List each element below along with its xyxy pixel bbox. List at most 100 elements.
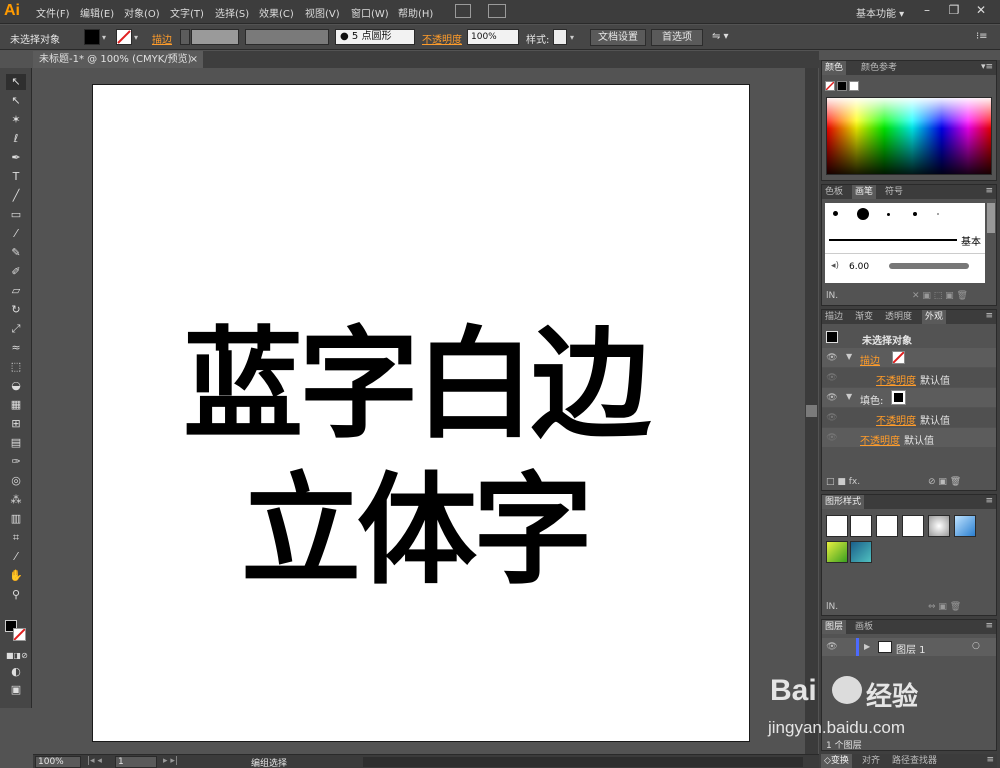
column-graph-tool-icon[interactable]: ▥ xyxy=(6,511,26,527)
target-circle-icon[interactable]: ○ xyxy=(972,641,980,651)
brush-list-scrollbar[interactable] xyxy=(987,203,995,233)
stroke-attribute-label[interactable]: 描边 xyxy=(860,352,880,367)
panel-menu-icon[interactable]: ≡ xyxy=(985,186,993,196)
shape-builder-tool-icon[interactable]: ◒ xyxy=(6,378,26,394)
black-swatch-icon[interactable] xyxy=(837,81,847,91)
screen-mode-icon[interactable]: ▣ xyxy=(6,682,26,698)
magic-wand-tool-icon[interactable]: ✶ xyxy=(6,112,26,128)
artboard-number-field[interactable]: 1 xyxy=(115,756,157,768)
tab-swatches[interactable]: 色板 xyxy=(822,185,846,199)
panel-menu-icon[interactable]: ≡ xyxy=(986,755,994,765)
rotate-tool-icon[interactable]: ↻ xyxy=(6,302,26,318)
brush-libraries-icon[interactable]: lN. xyxy=(826,291,838,301)
arrange-documents-icon[interactable] xyxy=(488,4,506,18)
opacity-field[interactable]: 100% xyxy=(467,29,519,45)
color-modes-icon[interactable]: ■◨⊘ xyxy=(6,648,28,664)
artboard[interactable]: 蓝字白边 立体字 xyxy=(92,84,750,742)
brush-dot-tiny[interactable] xyxy=(887,213,890,216)
style-blue-gloss[interactable] xyxy=(954,515,976,537)
stroke-none-swatch[interactable] xyxy=(892,351,905,364)
panel-menu-icon[interactable]: ≡ xyxy=(985,311,993,321)
document-tab[interactable]: 未标题-1* @ 100% (CMYK/预览) × xyxy=(33,51,203,68)
style-no-stroke[interactable] xyxy=(850,515,872,537)
artboard-tool-icon[interactable]: ⌗ xyxy=(6,530,26,546)
preferences-button[interactable]: 首选项 xyxy=(651,29,703,46)
tab-symbols[interactable]: 符号 xyxy=(882,185,906,199)
none-swatch-icon[interactable] xyxy=(825,81,835,91)
text-line-2[interactable]: 立体字 xyxy=(241,433,593,607)
menu-object[interactable]: 对象(O) xyxy=(124,5,160,20)
chevron-down-icon[interactable]: ▾ xyxy=(102,33,106,42)
stroke-opacity-label[interactable]: 不透明度 xyxy=(876,372,916,387)
layer-row[interactable]: 👁 ▶ 图层 1 ○ xyxy=(822,638,996,656)
layer-name[interactable]: 图层 1 xyxy=(896,641,926,656)
minimize-icon[interactable]: – xyxy=(912,1,942,19)
eye-icon[interactable]: 👁 xyxy=(826,641,838,653)
hand-tool-icon[interactable]: ✋ xyxy=(6,568,26,584)
white-swatch-icon[interactable] xyxy=(849,81,859,91)
arrange-icon[interactable]: ⇋ ▾ xyxy=(712,31,729,42)
appearance-row-fill-opacity[interactable]: 👁 不透明度 默认值 xyxy=(822,408,996,427)
style-white[interactable] xyxy=(876,515,898,537)
eraser-tool-icon[interactable]: ▱ xyxy=(6,283,26,299)
selection-tool-icon[interactable]: ↖ xyxy=(6,74,26,90)
chevron-down-icon[interactable]: ▾ xyxy=(134,33,138,42)
brush-dot-large[interactable] xyxy=(857,208,869,220)
panel-menu-icon[interactable]: ≡ xyxy=(985,496,993,506)
tab-brushes[interactable]: 画笔 xyxy=(852,185,877,199)
object-opacity-label[interactable]: 不透明度 xyxy=(860,432,900,447)
paintbrush-tool-icon[interactable]: ⁄ xyxy=(6,226,26,242)
canvas-area[interactable]: 蓝字白边 立体字 xyxy=(33,68,805,754)
tab-transparency[interactable]: 透明度 xyxy=(882,310,915,324)
fill-black-swatch[interactable] xyxy=(891,390,906,405)
appearance-row-fill[interactable]: 👁 ▼ 填色: xyxy=(822,388,996,407)
symbol-sprayer-tool-icon[interactable]: ⁂ xyxy=(6,492,26,508)
menu-edit[interactable]: 编辑(E) xyxy=(80,5,114,20)
expand-triangle-icon[interactable]: ▼ xyxy=(846,392,852,401)
tab-stroke[interactable]: 描边 xyxy=(822,310,846,324)
expand-triangle-icon[interactable]: ▼ xyxy=(846,352,852,361)
rectangle-tool-icon[interactable]: ▭ xyxy=(6,207,26,223)
pencil-tool-icon[interactable]: ✎ xyxy=(6,245,26,261)
gradient-tool-icon[interactable]: ▤ xyxy=(6,435,26,451)
restore-icon[interactable]: ❐ xyxy=(939,1,969,19)
appearance-row-stroke[interactable]: 👁 ▼ 描边 xyxy=(822,348,996,367)
panel-menu-icon[interactable]: ≡ xyxy=(985,621,993,631)
close-tab-icon[interactable]: × xyxy=(190,51,198,68)
expand-triangle-icon[interactable]: ▶ xyxy=(864,642,870,651)
add-stroke-fill-icon[interactable]: □ ■ fx. xyxy=(826,477,860,487)
opacity-label[interactable]: 不透明度 xyxy=(422,31,462,46)
tab-color-guide[interactable]: 颜色参考 xyxy=(858,61,900,75)
horizontal-scrollbar[interactable] xyxy=(363,757,803,767)
style-drop-shadow[interactable] xyxy=(902,515,924,537)
brush-dot-small[interactable] xyxy=(833,211,838,216)
brush-dot-fine[interactable] xyxy=(937,213,939,215)
menu-file[interactable]: 文件(F) xyxy=(36,5,70,20)
graphic-style-swatch[interactable] xyxy=(553,29,567,45)
chevron-down-icon[interactable]: ▾ xyxy=(570,33,574,42)
menu-window[interactable]: 窗口(W) xyxy=(351,5,389,20)
stroke-weight-stepper[interactable] xyxy=(180,29,190,45)
brush-actions-icon[interactable]: ✕ ▣ ⬚ ▣ 🗑 xyxy=(912,291,968,301)
menu-type[interactable]: 文字(T) xyxy=(170,5,204,20)
color-spectrum[interactable] xyxy=(826,97,992,175)
control-panel-menu-icon[interactable]: ⁝≡ xyxy=(976,31,988,42)
blend-tool-icon[interactable]: ◎ xyxy=(6,473,26,489)
drawing-modes-icon[interactable]: ◐ xyxy=(6,664,26,680)
bridge-icon[interactable] xyxy=(455,4,471,18)
style-actions-icon[interactable]: ⇔ ▣ 🗑 xyxy=(928,602,961,612)
tab-artboards[interactable]: 画板 xyxy=(852,620,876,634)
eye-icon[interactable]: 👁 xyxy=(826,392,838,404)
style-default[interactable] xyxy=(826,515,848,537)
fill-opacity-label[interactable]: 不透明度 xyxy=(876,412,916,427)
document-setup-button[interactable]: 文档设置 xyxy=(590,29,646,46)
tab-pathfinder[interactable]: 路径查找器 xyxy=(889,754,940,768)
direct-selection-tool-icon[interactable]: ↖ xyxy=(6,93,26,109)
tab-appearance[interactable]: 外观 xyxy=(922,310,947,324)
tab-align[interactable]: 对齐 xyxy=(859,754,883,768)
menu-effect[interactable]: 效果(C) xyxy=(259,5,294,20)
menu-select[interactable]: 选择(S) xyxy=(215,5,249,20)
blob-brush-tool-icon[interactable]: ✐ xyxy=(6,264,26,280)
tab-transform[interactable]: ◇变换 xyxy=(821,754,852,768)
perspective-grid-tool-icon[interactable]: ▦ xyxy=(6,397,26,413)
